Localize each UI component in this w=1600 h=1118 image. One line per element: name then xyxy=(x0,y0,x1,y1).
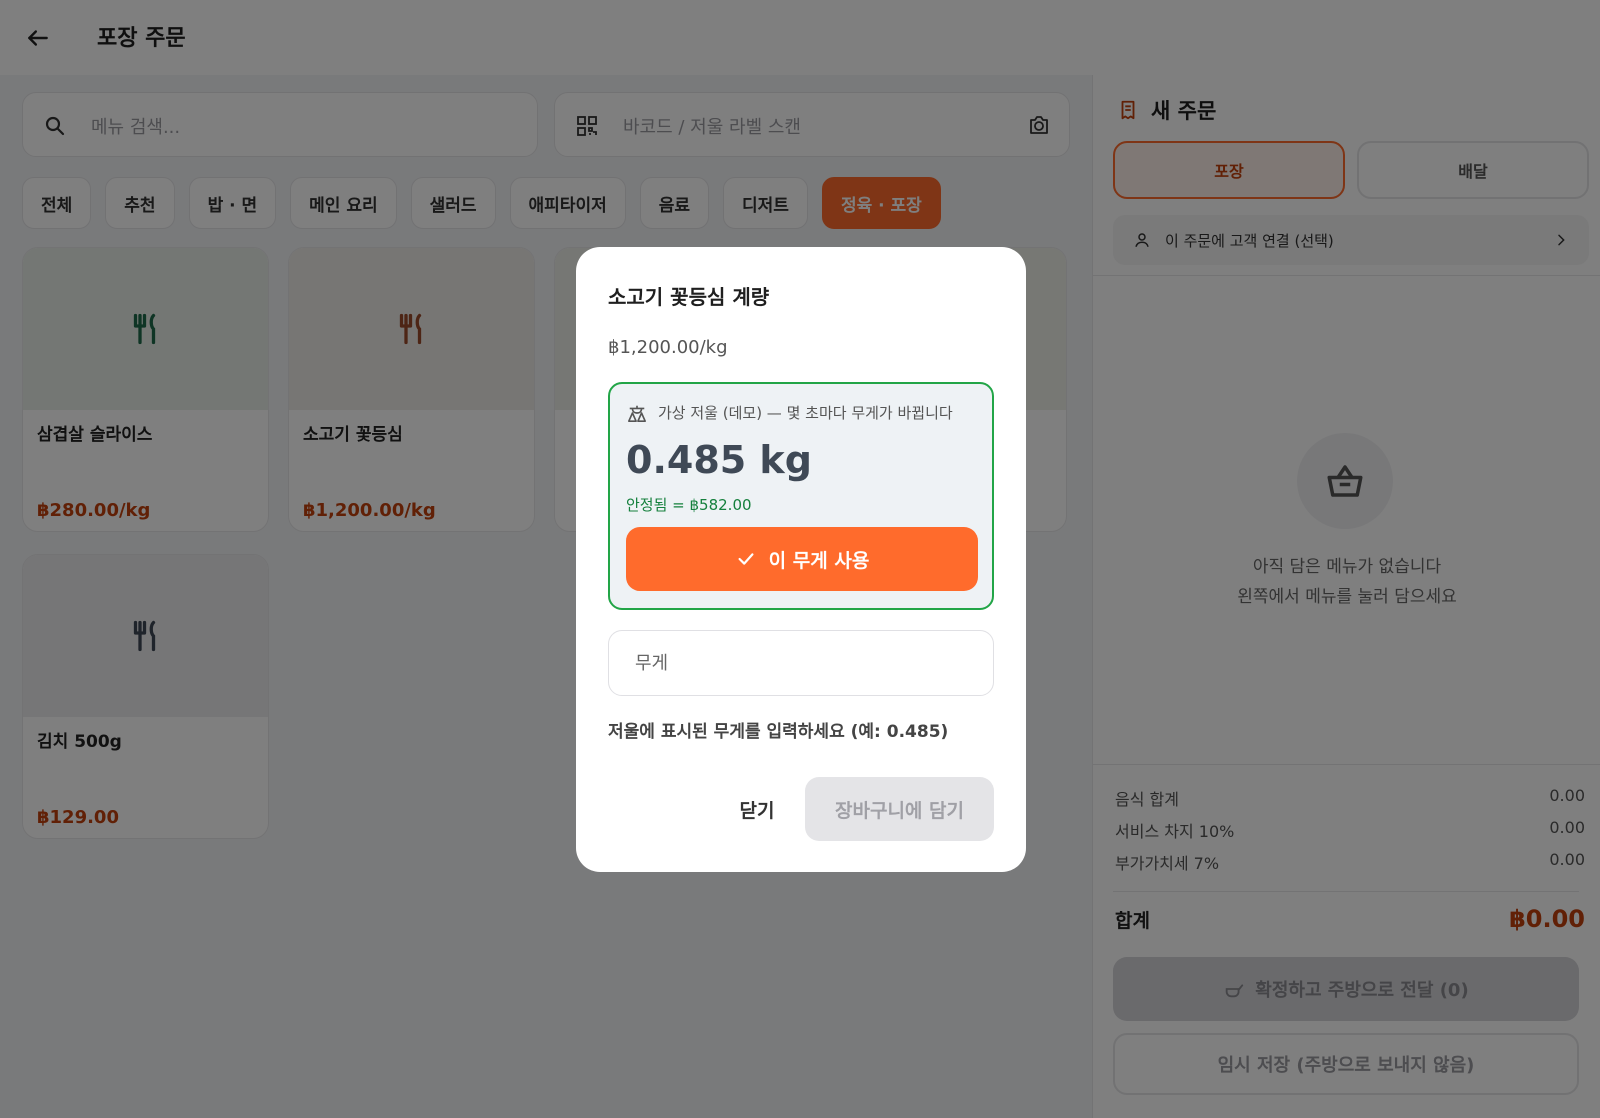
scale-note-text: 가상 저울 (데모) — 몇 초마다 무게가 바뀝니다 xyxy=(658,404,953,422)
add-to-cart-button[interactable]: 장바구니에 담기 xyxy=(805,777,994,841)
scale-icon xyxy=(628,405,647,422)
close-button[interactable]: 닫기 xyxy=(714,777,800,841)
scale-weight-display: 0.485 kg xyxy=(626,438,812,482)
unit-price: ฿1,200.00/kg xyxy=(608,337,728,358)
weight-help-text: 저울에 표시된 무게를 입력하세요 (예: 0.485) xyxy=(608,722,949,742)
scale-stable-status: 안정됨 = ฿582.00 xyxy=(626,496,752,514)
weight-input[interactable] xyxy=(608,630,994,696)
dialog-title: 소고기 꽃등심 계량 xyxy=(608,285,770,309)
virtual-scale-panel: 가상 저울 (데모) — 몇 초마다 무게가 바뀝니다 0.485 kg 안정됨… xyxy=(608,382,994,610)
use-weight-label: 이 무게 사용 xyxy=(768,549,870,572)
weigh-dialog: 소고기 꽃등심 계량 ฿1,200.00/kg 가상 저울 (데모) — 몇 초… xyxy=(576,247,1026,872)
check-icon xyxy=(738,553,754,565)
scale-note: 가상 저울 (데모) — 몇 초마다 무게가 바뀝니다 xyxy=(626,402,953,423)
use-weight-button[interactable]: 이 무게 사용 xyxy=(626,527,978,591)
